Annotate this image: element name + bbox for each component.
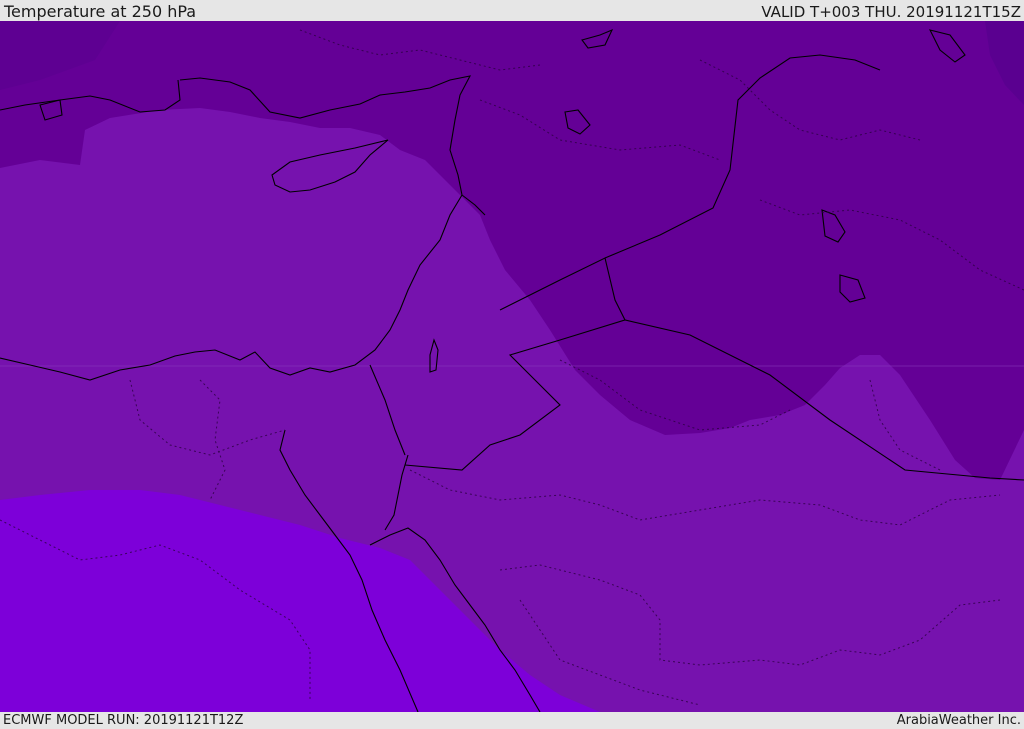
valid-time: VALID T+003 THU. 20191121T15Z xyxy=(761,3,1021,21)
bottom-bar: ECMWF MODEL RUN: 20191121T12Z ArabiaWeat… xyxy=(0,712,1024,729)
model-run-label: ECMWF MODEL RUN: 20191121T12Z xyxy=(3,713,244,728)
temperature-map xyxy=(0,21,1024,712)
credit-label: ArabiaWeather Inc. xyxy=(896,713,1021,728)
top-bar: Temperature at 250 hPa VALID T+003 THU. … xyxy=(0,0,1024,21)
map-title: Temperature at 250 hPa xyxy=(4,2,197,21)
